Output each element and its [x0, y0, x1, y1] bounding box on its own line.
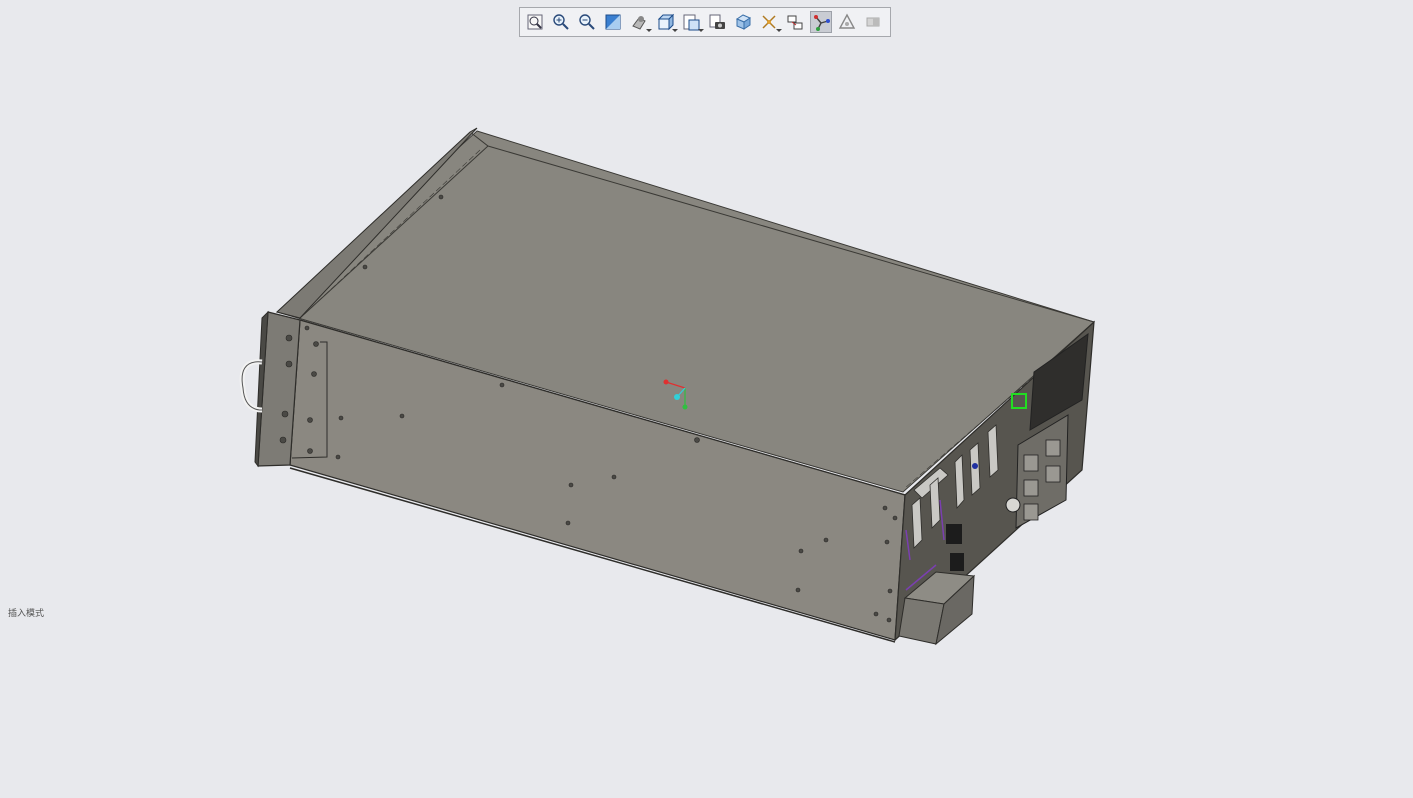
zoom-to-fit-button[interactable] [524, 11, 546, 33]
hide-show-button[interactable] [784, 11, 806, 33]
view-settings-button[interactable] [680, 11, 704, 33]
disabled-tool-icon [866, 17, 880, 27]
triad-icon [814, 15, 830, 31]
zoom-out-icon [579, 14, 595, 30]
section-view-icon [605, 14, 621, 30]
3d-view-icon [735, 14, 752, 30]
view-toolbar [519, 7, 891, 37]
zoom-fit-icon [527, 14, 543, 30]
camera-icon [709, 14, 725, 29]
3d-view-button[interactable] [732, 11, 754, 33]
chevron-down-icon[interactable] [672, 29, 678, 32]
model-viewport[interactable] [0, 0, 1413, 798]
display-style-button[interactable] [654, 11, 678, 33]
black-port-2 [950, 553, 964, 571]
chevron-down-icon[interactable] [698, 29, 704, 32]
render-button[interactable] [836, 11, 858, 33]
hide-show-icon [787, 15, 803, 30]
view-orientation-button[interactable] [628, 11, 652, 33]
triad-button[interactable] [810, 11, 832, 33]
chevron-down-icon[interactable] [646, 29, 652, 32]
zoom-in-icon [553, 14, 569, 30]
fan-port [1005, 497, 1021, 513]
zoom-in-button[interactable] [550, 11, 572, 33]
black-port-1 [946, 524, 962, 544]
camera-button[interactable] [706, 11, 728, 33]
blue-indicator [972, 463, 978, 469]
chevron-down-icon[interactable] [776, 29, 782, 32]
disabled-tool-button[interactable] [862, 11, 884, 33]
explode-button[interactable] [758, 11, 782, 33]
zoom-out-button[interactable] [576, 11, 598, 33]
render-icon [838, 13, 856, 29]
section-view-button[interactable] [602, 11, 624, 33]
mode-label: 插入模式 [8, 609, 45, 619]
